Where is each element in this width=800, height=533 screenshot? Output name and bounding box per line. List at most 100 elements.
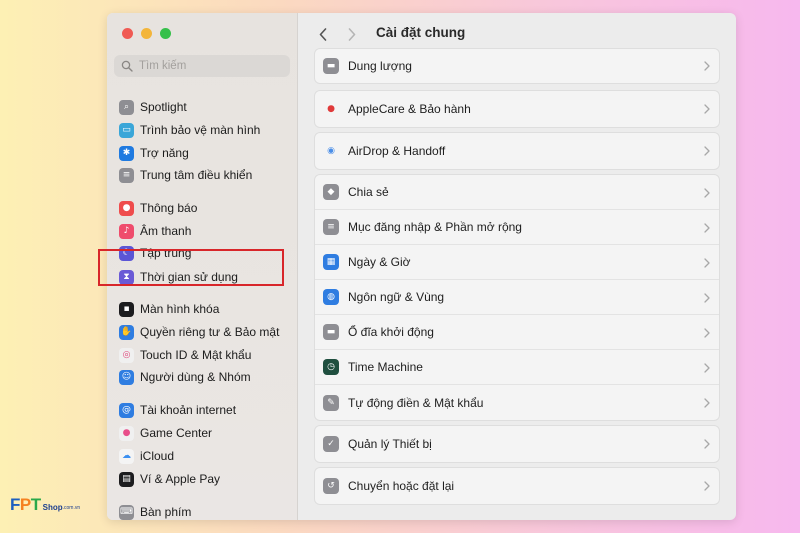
sidebar-item-label: Âm thanh xyxy=(140,224,192,238)
logo-f: F xyxy=(10,495,20,514)
settings-row-label: Tự động điền & Mật khẩu xyxy=(348,395,484,410)
sidebar-item[interactable]: ≡ Trung tâm điều khiển xyxy=(119,165,252,185)
device-management-icon: ✓ xyxy=(323,436,339,452)
sidebar-item[interactable]: ✱ Trợ năng xyxy=(119,143,189,163)
spotlight-icon: ⌕ xyxy=(119,99,134,115)
settings-group: ↺ Chuyển hoặc đặt lại xyxy=(314,467,720,505)
time-machine-icon: ◷ xyxy=(323,359,339,375)
logo-p: P xyxy=(19,495,31,514)
sidebar-item-label: Game Center xyxy=(140,426,213,440)
sidebar-item[interactable]: ♪ Âm thanh xyxy=(119,221,191,241)
sound-icon: ♪ xyxy=(119,223,134,239)
settings-row[interactable]: ◍ Ngôn ngữ & Vùng xyxy=(315,280,719,315)
settings-row[interactable]: ◷ Time Machine xyxy=(315,350,719,385)
chevron-right-icon xyxy=(704,222,710,233)
logo-t: T xyxy=(30,495,41,514)
settings-group: ✓ Quản lý Thiết bị xyxy=(314,425,720,463)
sidebar-item[interactable]: ☺ Người dùng & Nhóm xyxy=(119,367,251,387)
search-placeholder: Tìm kiếm xyxy=(139,60,187,72)
settings-row[interactable]: ▬ Ổ đĩa khởi động xyxy=(315,315,719,350)
sidebar-item[interactable]: ● Game Center xyxy=(119,423,212,443)
chevron-right-icon xyxy=(704,292,710,303)
main-pane: Cài đặt chung ▬ Dung lượng ● AppleCare & Bả… xyxy=(299,13,736,520)
sidebar-item[interactable]: ▤ Ví & Apple Pay xyxy=(119,469,220,489)
settings-row[interactable]: ↺ Chuyển hoặc đặt lại xyxy=(315,468,719,504)
chevron-right-icon xyxy=(704,327,710,338)
reset-icon: ↺ xyxy=(323,478,339,494)
fingerprint-icon: ◎ xyxy=(119,347,134,363)
sidebar-item-label: Trung tâm điều khiển xyxy=(140,168,253,182)
window-controls xyxy=(122,28,171,39)
settings-row-label: Ngôn ngữ & Vùng xyxy=(348,290,445,304)
sidebar-item[interactable]: ▪ Màn hình khóa xyxy=(119,299,219,319)
privacy-hand-icon: ✋ xyxy=(119,324,134,340)
forward-button[interactable] xyxy=(341,23,363,45)
zoom-button[interactable] xyxy=(160,28,171,39)
settings-group: ● AppleCare & Bảo hành xyxy=(314,90,720,128)
settings-row-label: Chia sẻ xyxy=(348,185,389,199)
sidebar-item-label: Trợ năng xyxy=(140,146,189,160)
chevron-right-icon xyxy=(704,257,710,268)
settings-row[interactable]: ✎ Tự động điền & Mật khẩu xyxy=(315,385,719,420)
icloud-icon: ☁ xyxy=(119,448,134,464)
sidebar-item[interactable]: ◎ Touch ID & Mật khẩu xyxy=(119,345,251,365)
minimize-button[interactable] xyxy=(141,28,152,39)
login-items-icon: ≡ xyxy=(323,219,339,235)
sidebar-item[interactable]: ☁ iCloud xyxy=(119,446,174,466)
settings-row-label: Mục đăng nhập & Phần mở rộng xyxy=(348,220,522,234)
back-button[interactable] xyxy=(312,23,334,45)
settings-row-label: Chuyển hoặc đặt lại xyxy=(348,479,455,493)
game-center-icon: ● xyxy=(119,425,134,441)
settings-row[interactable]: ◆ Chia sẻ xyxy=(315,175,719,210)
airdrop-icon: ◉ xyxy=(323,143,339,159)
sidebar-item-label: Ví & Apple Pay xyxy=(140,472,221,486)
sidebar-item-label: Trình bảo vệ màn hình xyxy=(140,123,261,137)
sidebar-item-label: Quyền riêng tư & Bảo mật xyxy=(140,325,280,339)
sharing-icon: ◆ xyxy=(323,184,339,200)
accessibility-icon: ✱ xyxy=(119,145,134,161)
settings-row[interactable]: ▬ Dung lượng xyxy=(315,49,719,83)
sidebar-item[interactable]: ⌕ Spotlight xyxy=(119,97,187,117)
wallet-icon: ▤ xyxy=(119,471,134,487)
logo-shop: Shop xyxy=(42,502,63,512)
sidebar-item[interactable]: ● Thông báo xyxy=(119,198,197,218)
sidebar-item[interactable]: ⌨ Bàn phím xyxy=(119,502,191,520)
chevron-right-icon xyxy=(704,104,710,114)
close-button[interactable] xyxy=(122,28,133,39)
globe-icon: ◍ xyxy=(323,289,339,305)
highlight-box xyxy=(98,249,284,286)
search-input[interactable]: Tìm kiếm xyxy=(114,55,290,77)
search-icon xyxy=(121,60,133,72)
sidebar-item[interactable]: @ Tài khoản internet xyxy=(119,400,236,420)
settings-row-label: AppleCare & Bảo hành xyxy=(348,102,471,116)
chevron-right-icon xyxy=(704,187,710,198)
sidebar-item-label: Touch ID & Mật khẩu xyxy=(140,348,252,362)
chevron-right-icon xyxy=(704,439,710,449)
settings-group: ◉ AirDrop & Handoff xyxy=(314,132,720,170)
sidebar-item[interactable]: ▭ Trình bảo vệ màn hình xyxy=(119,120,260,140)
sidebar-item-label: Người dùng & Nhóm xyxy=(140,370,251,384)
settings-row[interactable]: ● AppleCare & Bảo hành xyxy=(315,91,719,127)
at-icon: @ xyxy=(119,402,134,418)
sidebar-item-label: Tài khoản internet xyxy=(140,403,237,417)
settings-row[interactable]: ✓ Quản lý Thiết bị xyxy=(315,426,719,462)
settings-row-label: AirDrop & Handoff xyxy=(348,144,446,158)
screensaver-icon: ▭ xyxy=(119,122,134,138)
settings-row[interactable]: ≡ Mục đăng nhập & Phần mở rộng xyxy=(315,210,719,245)
settings-row[interactable]: ▦ Ngày & Giờ xyxy=(315,245,719,280)
chevron-right-icon xyxy=(704,397,710,408)
sidebar-item[interactable]: ✋ Quyền riêng tư & Bảo mật xyxy=(119,322,279,342)
control-center-icon: ≡ xyxy=(119,167,134,183)
chevron-right-icon xyxy=(704,61,710,71)
settings-row-label: Dung lượng xyxy=(348,59,412,73)
autofill-icon: ✎ xyxy=(323,394,339,411)
storage-icon: ▬ xyxy=(323,58,339,74)
settings-row-label: Ổ đĩa khởi động xyxy=(348,325,434,339)
settings-row[interactable]: ◉ AirDrop & Handoff xyxy=(315,133,719,169)
keyboard-icon: ⌨ xyxy=(119,504,134,520)
fpt-shop-logo: F P T Shop .com.vn xyxy=(10,495,80,515)
lock-screen-icon: ▪ xyxy=(119,301,134,317)
settings-row-label: Quản lý Thiết bị xyxy=(348,437,432,451)
settings-group: ▬ Dung lượng xyxy=(314,48,720,84)
page-title: Cài đặt chung xyxy=(376,25,466,40)
